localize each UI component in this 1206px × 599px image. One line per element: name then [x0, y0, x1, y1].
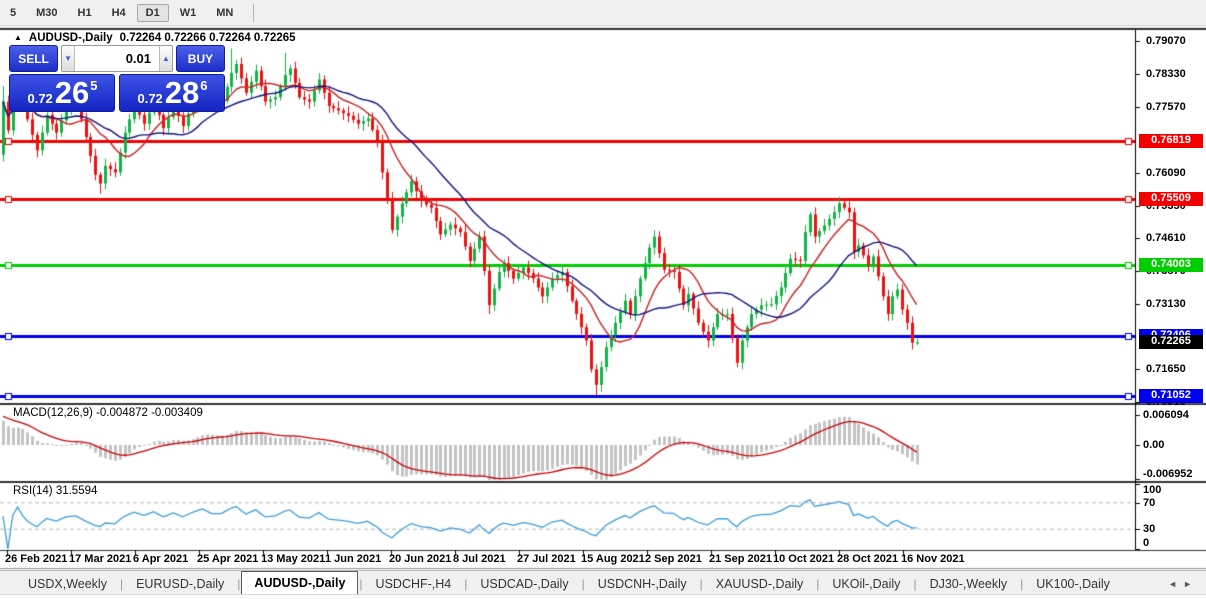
date-tick-label: 8 Jul 2021 [453, 553, 506, 565]
date-tick-label: 28 Oct 2021 [837, 553, 899, 565]
timeframe-button-m30[interactable]: M30 [27, 4, 66, 22]
date-tick-label: 21 Sep 2021 [709, 553, 772, 565]
chart-tab-usdcad-daily[interactable]: USDCAD-,Daily [468, 574, 580, 595]
price-level-badge: 0.71052 [1139, 388, 1203, 403]
date-tick-label: 26 Feb 2021 [5, 553, 68, 565]
toolbar-separator [253, 3, 255, 22]
macd-indicator-label: MACD(12,26,9) -0.004872 -0.003409 [13, 407, 203, 419]
date-tick-label: 6 Apr 2021 [133, 553, 189, 565]
chart-tab-eurusd-daily[interactable]: EURUSD-,Daily [124, 574, 236, 595]
date-tick-label: 2 Sep 2021 [645, 553, 702, 565]
date-tick-label: 10 Oct 2021 [773, 553, 835, 565]
mt4-window: 5 M30 H1 H4 D1 W1 MN ▲ AUDUSD-,Daily 0.72264 0… [0, 0, 1206, 599]
chart-symbol-label: AUDUSD-,Daily [28, 32, 113, 44]
date-tick-label: 25 Apr 2021 [197, 553, 259, 565]
timeframe-button-5[interactable]: 5 [1, 4, 25, 22]
buy-price-base: 0.72 [137, 90, 163, 106]
macd-tick-label: 0.00 [1143, 439, 1165, 451]
sell-price-base: 0.72 [27, 90, 53, 106]
buy-price-sup: 6 [200, 77, 208, 93]
date-tick-label: 20 Jun 2021 [389, 553, 452, 565]
tabs-scroll-right-icon[interactable]: ► [1183, 579, 1198, 589]
chart-tab-dj30-weekly[interactable]: DJ30-,Weekly [918, 574, 1020, 595]
price-tick-label: 0.76090 [1146, 166, 1186, 179]
date-tick-label: 27 Jul 2021 [517, 553, 576, 565]
rsi-tick-label: 100 [1143, 484, 1162, 496]
timeframe-button-w1[interactable]: W1 [171, 4, 206, 22]
chart-tab-ukoil-daily[interactable]: UKOil-,Daily [820, 574, 912, 595]
timeframe-button-h1[interactable]: H1 [69, 4, 101, 22]
chart-ohlc-values: 0.72264 0.72266 0.72264 0.72265 [119, 32, 296, 44]
rsi-tick-label: 30 [1143, 523, 1156, 536]
price-level-badge: 0.72265 [1139, 335, 1203, 350]
buy-quote-box[interactable]: 0.72 28 6 [119, 74, 225, 112]
sell-price-sup: 5 [90, 77, 98, 93]
chart-tab-usdchf-h4[interactable]: USDCHF-,H4 [364, 574, 464, 595]
volume-stepper: ▼ ▲ [61, 45, 173, 72]
price-tick-label: 0.77570 [1146, 101, 1186, 114]
buy-button[interactable]: BUY [175, 45, 225, 72]
chart-tab-uk100-daily[interactable]: UK100-,Daily [1024, 574, 1122, 595]
macd-tick-label: -0.006952 [1143, 468, 1193, 480]
date-tick-label: 1 Jun 2021 [325, 553, 382, 565]
timeframe-toolbar: 5 M30 H1 H4 D1 W1 MN [0, 0, 1206, 26]
price-tick-label: 0.71650 [1146, 363, 1186, 376]
chart-tab-audusd-daily[interactable]: AUDUSD-,Daily [241, 571, 359, 595]
date-tick-label: 16 Nov 2021 [901, 553, 965, 565]
price-tick-label: 0.74610 [1146, 232, 1186, 245]
date-tick-label: 13 May 2021 [261, 553, 326, 565]
price-tick-label: 0.73130 [1146, 297, 1186, 310]
timeframe-button-h4[interactable]: H4 [103, 4, 135, 22]
price-level-badge: 0.75509 [1139, 191, 1203, 206]
volume-increase-button[interactable]: ▲ [159, 46, 172, 71]
rsi-tick-label: 70 [1143, 496, 1156, 509]
buy-price-big: 28 [164, 75, 200, 110]
sell-quote-box[interactable]: 0.72 26 5 [9, 74, 115, 112]
one-click-trading-panel: SELL ▼ ▲ BUY 0.72265 0.72286 [9, 45, 225, 112]
date-tick-label: 15 Aug 2021 [581, 553, 645, 565]
tabs-scroll-left-icon[interactable]: ◄ [1168, 579, 1183, 589]
chart-tabbar: USDX,Weekly | EURUSD-,Daily | AUDUSD-,Daily |… [0, 570, 1206, 595]
volume-input[interactable] [75, 46, 159, 71]
chart-tab-usdcnh-daily[interactable]: USDCNH-,Daily [586, 574, 699, 595]
chart-title: ▲ AUDUSD-,Daily 0.72264 0.72266 0.72264 … [14, 32, 296, 44]
price-tick-label: 0.79070 [1146, 35, 1186, 47]
trade-row: SELL ▼ ▲ BUY [9, 45, 225, 72]
status-bar [0, 594, 1206, 599]
timeframe-button-mn[interactable]: MN [207, 4, 242, 22]
chart-tab-usdx-weekly[interactable]: USDX,Weekly [16, 574, 119, 595]
chart-tabs: USDX,Weekly | EURUSD-,Daily | AUDUSD-,Daily |… [16, 571, 1122, 595]
sell-price-big: 26 [54, 75, 90, 110]
price-level-badge: 0.76819 [1139, 133, 1203, 148]
volume-decrease-button[interactable]: ▼ [62, 46, 75, 71]
timeframe-button-d1[interactable]: D1 [136, 3, 169, 22]
date-tick-label: 17 Mar 2021 [69, 553, 132, 565]
panel-collapse-icon[interactable]: ▲ [14, 33, 22, 42]
macd-tick-label: 0.006094 [1143, 409, 1189, 422]
chart-tab-xauusd-daily[interactable]: XAUUSD-,Daily [704, 574, 816, 595]
tabs-scroll-arrows: ◄► [1168, 579, 1198, 589]
quote-row: 0.72 26 5 0.72 28 6 [9, 74, 225, 112]
rsi-indicator-label: RSI(14) 31.5594 [13, 485, 98, 497]
sell-button[interactable]: SELL [9, 45, 59, 72]
price-tick-label: 0.78330 [1146, 67, 1186, 80]
price-level-badge: 0.74003 [1139, 258, 1203, 273]
rsi-tick-label: 0 [1143, 537, 1150, 549]
